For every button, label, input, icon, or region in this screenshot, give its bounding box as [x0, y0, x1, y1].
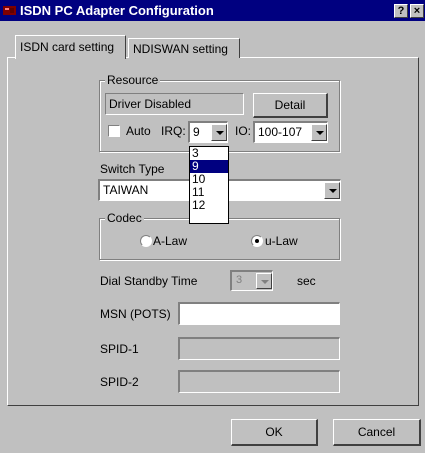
window-title: ISDN PC Adapter Configuration — [20, 3, 214, 18]
ok-button[interactable]: OK — [231, 419, 318, 446]
spid1-input[interactable] — [178, 337, 340, 360]
help-button[interactable]: ? — [394, 4, 408, 18]
resource-group-label: Resource — [105, 73, 161, 87]
auto-label: Auto — [126, 124, 151, 138]
title-bar[interactable]: ISDN PC Adapter Configuration ? × — [0, 0, 425, 21]
tab-label: NDISWAN setting — [133, 42, 228, 56]
switch-type-label: Switch Type — [100, 162, 165, 176]
u-law-radio[interactable] — [251, 235, 263, 247]
auto-checkbox[interactable] — [108, 125, 120, 137]
irq-select[interactable]: 9 — [188, 121, 228, 143]
chevron-down-icon[interactable] — [324, 182, 340, 199]
a-law-label: A-Law — [153, 234, 188, 248]
spid2-label: SPID-2 — [100, 375, 139, 389]
io-select[interactable]: 100-107 — [253, 121, 328, 143]
tab-label: ISDN card setting — [20, 40, 115, 54]
active-tab-join — [16, 57, 125, 59]
detail-button[interactable]: Detail — [253, 93, 328, 118]
tab-ndiswan-setting[interactable]: NDISWAN setting — [128, 38, 240, 58]
tab-isdn-card-setting[interactable]: ISDN card setting — [15, 35, 126, 59]
driver-status-box: Driver Disabled — [105, 93, 244, 115]
dial-standby-select[interactable]: 3 — [230, 270, 273, 291]
a-law-radio[interactable] — [140, 235, 152, 247]
app-icon — [3, 6, 16, 15]
spid2-input[interactable] — [178, 370, 340, 393]
irq-dropdown-list[interactable]: 3 9 10 11 12 — [189, 146, 229, 224]
msn-label: MSN (POTS) — [100, 307, 171, 321]
radio-dot-icon — [255, 239, 259, 243]
spid1-label: SPID-1 — [100, 342, 139, 356]
chevron-down-icon[interactable] — [256, 273, 272, 289]
switch-type-value: TAIWAN — [103, 183, 149, 197]
io-value: 100-107 — [258, 125, 303, 139]
dial-standby-label: Dial Standby Time — [100, 274, 198, 288]
irq-value: 9 — [193, 125, 200, 139]
msn-input[interactable] — [178, 302, 340, 325]
chevron-down-icon[interactable] — [311, 124, 327, 141]
codec-group-label: Codec — [105, 211, 144, 225]
cancel-button[interactable]: Cancel — [333, 419, 421, 446]
dial-standby-unit: sec — [297, 274, 316, 288]
irq-option[interactable]: 12 — [190, 199, 228, 212]
dial-standby-value: 3 — [236, 274, 243, 286]
u-law-label: u-Law — [265, 234, 298, 248]
chevron-down-icon[interactable] — [211, 124, 227, 141]
close-button[interactable]: × — [410, 4, 424, 18]
irq-label: IRQ: — [161, 124, 186, 138]
driver-status-text: Driver Disabled — [109, 97, 192, 111]
io-label: IO: — [235, 124, 252, 138]
